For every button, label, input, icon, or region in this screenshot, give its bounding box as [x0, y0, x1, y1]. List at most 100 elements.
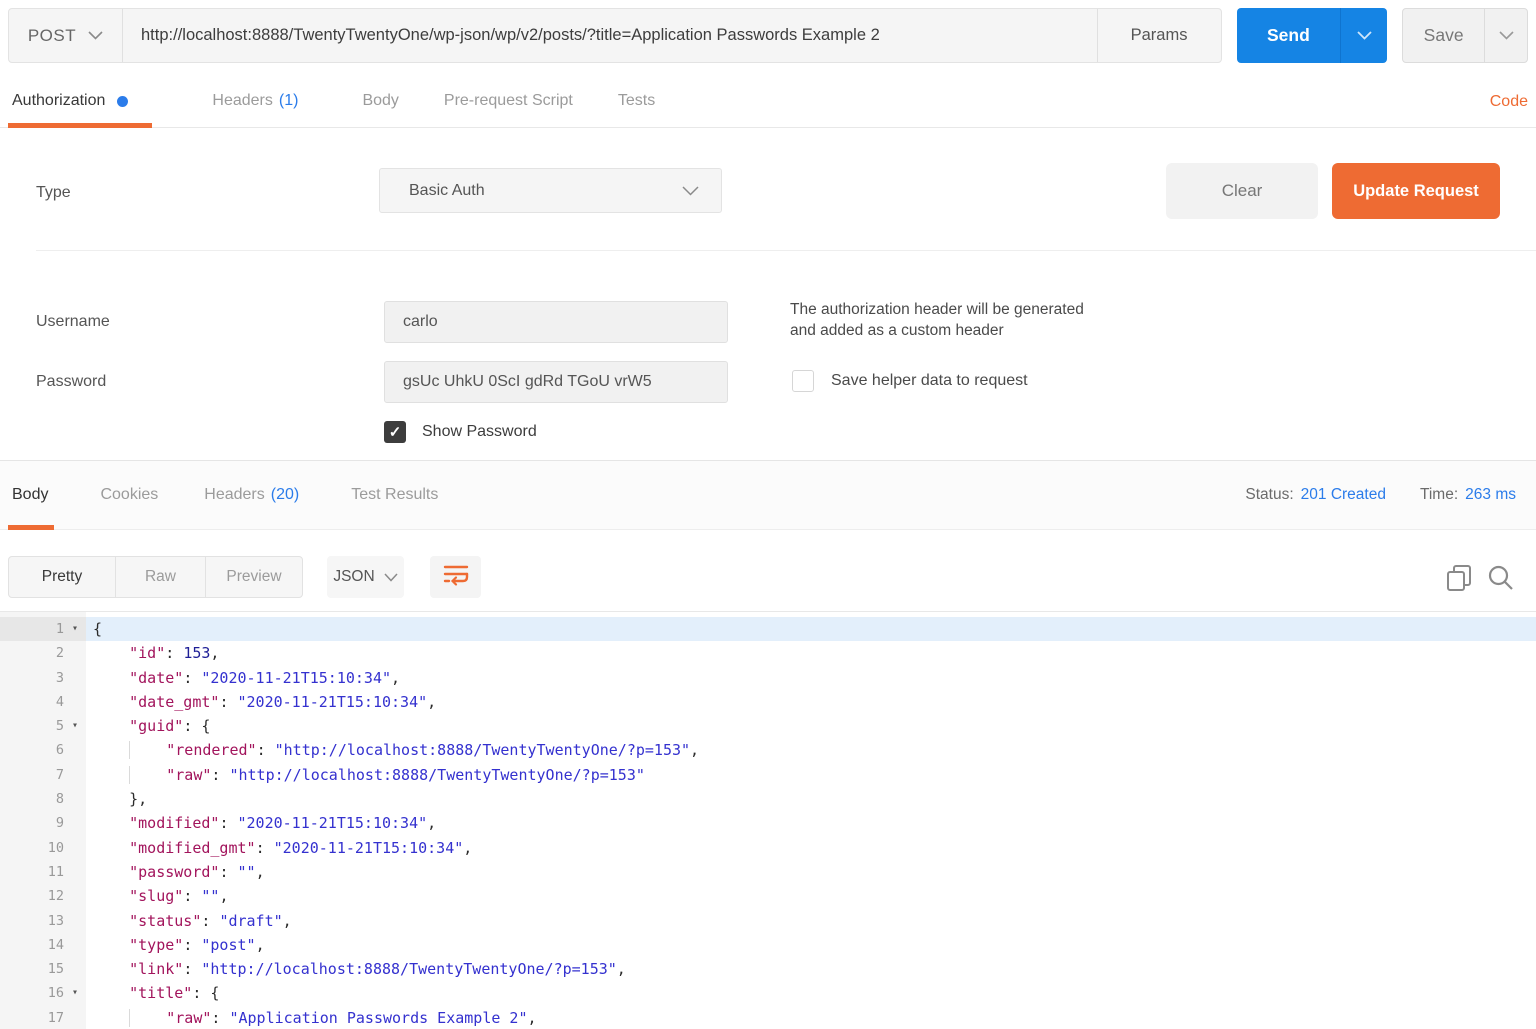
code-line: 12 "slug": "", [0, 884, 1536, 908]
params-button[interactable]: Params [1098, 9, 1221, 62]
method-label: POST [28, 26, 76, 46]
save-options-button[interactable] [1484, 9, 1527, 62]
send-button[interactable]: Send [1237, 8, 1341, 63]
code-line: 17 "raw": "Application Passwords Example… [0, 1006, 1536, 1029]
fold-spacer [64, 641, 86, 665]
username-input[interactable] [384, 301, 728, 343]
line-number: 8 [0, 787, 64, 811]
line-number: 2 [0, 641, 64, 665]
response-tab-test-results[interactable]: Test Results [351, 461, 438, 529]
code-line: 9 "modified": "2020-11-21T15:10:34", [0, 811, 1536, 835]
code-line-text: "guid": { [86, 714, 1536, 738]
method-dropdown[interactable]: POST [9, 9, 123, 62]
line-number: 1 [0, 617, 64, 641]
response-meta: Status:201 Created Time:263 ms [1245, 461, 1516, 529]
status-badge: Status:201 Created [1245, 486, 1386, 504]
password-label: Password [36, 373, 106, 391]
copy-button[interactable] [1446, 564, 1472, 597]
fold-spacer [64, 666, 86, 690]
fold-spacer [64, 957, 86, 981]
line-number: 9 [0, 811, 64, 835]
line-number: 3 [0, 666, 64, 690]
divider [36, 250, 1536, 251]
code-line-text: "raw": "http://localhost:8888/TwentyTwen… [86, 763, 1536, 787]
line-number: 14 [0, 933, 64, 957]
auth-type-select[interactable]: Basic Auth [379, 168, 722, 213]
wrap-text-icon [443, 563, 469, 592]
view-mode-segmented-control: Pretty Raw Preview [8, 556, 303, 598]
code-line: 10 "modified_gmt": "2020-11-21T15:10:34"… [0, 836, 1536, 860]
line-number: 12 [0, 884, 64, 908]
code-line: 15 "link": "http://localhost:8888/Twenty… [0, 957, 1536, 981]
code-line-text: "modified": "2020-11-21T15:10:34", [86, 811, 1536, 835]
code-line-text: { [86, 617, 1536, 641]
view-mode-raw[interactable]: Raw [115, 557, 205, 597]
checkmark-icon: ✓ [389, 423, 402, 441]
fold-toggle-icon[interactable]: ▾ [64, 617, 86, 641]
show-password-row: ✓ Show Password [384, 421, 537, 443]
url-group: POST http://localhost:8888/TwentyTwentyO… [8, 8, 1222, 63]
type-label: Type [36, 184, 71, 202]
show-password-checkbox[interactable]: ✓ [384, 421, 406, 443]
clear-button[interactable]: Clear [1166, 163, 1318, 219]
line-number: 11 [0, 860, 64, 884]
fold-toggle-icon[interactable]: ▾ [64, 981, 86, 1005]
search-icon [1487, 578, 1514, 595]
save-helper-checkbox[interactable] [792, 370, 814, 392]
line-number: 17 [0, 1006, 64, 1029]
view-mode-preview[interactable]: Preview [205, 557, 302, 597]
tab-body[interactable]: Body [362, 75, 398, 127]
auth-helper-note: The authorization header will be generat… [790, 299, 1084, 341]
save-button[interactable]: Save [1403, 9, 1484, 62]
request-tabs: Authorization Headers (1) Body Pre-reque… [0, 75, 1536, 128]
view-mode-pretty[interactable]: Pretty [9, 557, 115, 597]
update-request-button[interactable]: Update Request [1332, 163, 1500, 219]
format-select[interactable]: JSON [327, 556, 404, 598]
code-line: 13 "status": "draft", [0, 909, 1536, 933]
password-input[interactable] [384, 361, 728, 403]
save-split-button: Save [1402, 8, 1528, 63]
fold-spacer [64, 787, 86, 811]
wrap-text-button[interactable] [430, 556, 481, 598]
code-line-text: "raw": "Application Passwords Example 2"… [86, 1006, 1536, 1029]
line-number: 6 [0, 738, 64, 762]
response-tab-cookies[interactable]: Cookies [100, 461, 158, 529]
response-tab-headers[interactable]: Headers (20) [204, 461, 299, 529]
fold-spacer [64, 690, 86, 714]
code-line-text: "password": "", [86, 860, 1536, 884]
code-line: 11 "password": "", [0, 860, 1536, 884]
tab-headers[interactable]: Headers (1) [212, 75, 298, 127]
fold-spacer [64, 836, 86, 860]
url-input[interactable]: http://localhost:8888/TwentyTwentyOne/wp… [123, 9, 1098, 62]
code-line: 2 "id": 153, [0, 641, 1536, 665]
code-line: 16▾ "title": { [0, 981, 1536, 1005]
code-line-text: "type": "post", [86, 933, 1536, 957]
postman-app: POST http://localhost:8888/TwentyTwentyO… [0, 0, 1536, 1029]
fold-spacer [64, 860, 86, 884]
chevron-down-icon [682, 186, 699, 196]
code-link[interactable]: Code [1490, 93, 1528, 111]
fold-toggle-icon[interactable]: ▾ [64, 714, 86, 738]
response-body-viewer[interactable]: 1▾{2 "id": 153,3 "date": "2020-11-21T15:… [0, 611, 1536, 1029]
url-text: http://localhost:8888/TwentyTwentyOne/wp… [141, 26, 880, 45]
request-bar: POST http://localhost:8888/TwentyTwentyO… [8, 8, 1528, 63]
code-line-text: "link": "http://localhost:8888/TwentyTwe… [86, 957, 1536, 981]
tab-pre-request-script[interactable]: Pre-request Script [444, 75, 573, 127]
show-password-label: Show Password [422, 423, 537, 441]
copy-icon [1446, 579, 1472, 596]
tab-tests[interactable]: Tests [618, 75, 655, 127]
line-number: 16 [0, 981, 64, 1005]
line-number: 15 [0, 957, 64, 981]
line-number: 4 [0, 690, 64, 714]
search-button[interactable] [1487, 564, 1514, 596]
send-split-button: Send [1237, 8, 1388, 63]
tab-authorization[interactable]: Authorization [12, 75, 128, 127]
response-toolbar: Pretty Raw Preview JSON [0, 531, 1536, 611]
authorization-panel: Type Basic Auth Clear Update Request Use… [0, 128, 1536, 460]
response-tab-body[interactable]: Body [12, 461, 48, 529]
send-options-button[interactable] [1340, 8, 1387, 63]
fold-spacer [64, 909, 86, 933]
auth-active-dot-icon [117, 96, 128, 107]
code-line-text: "slug": "", [86, 884, 1536, 908]
fold-spacer [64, 738, 86, 762]
